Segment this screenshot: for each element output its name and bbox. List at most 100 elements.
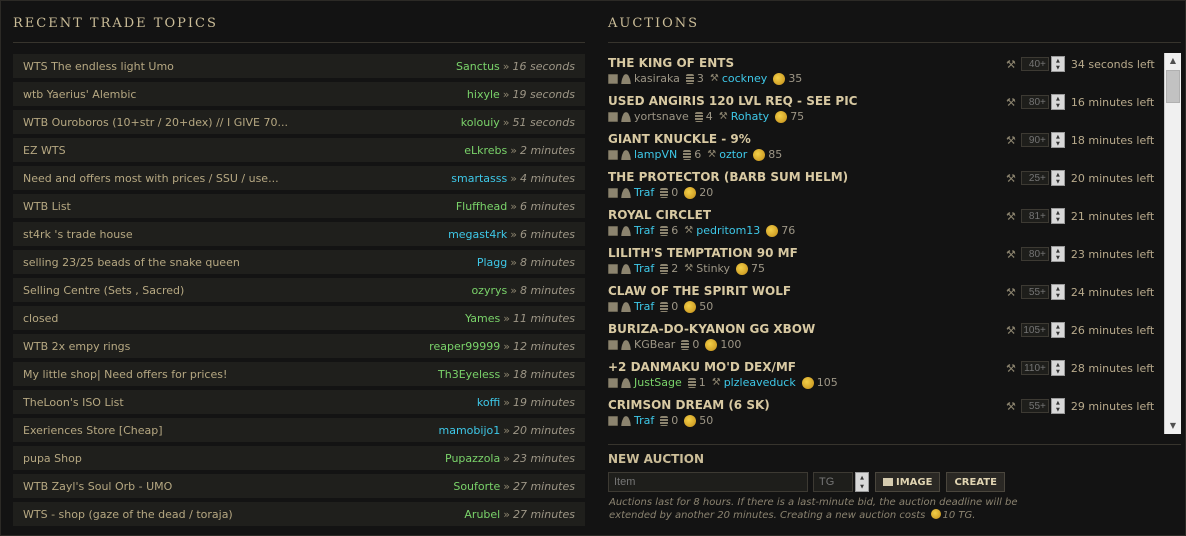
topic-author-link[interactable]: Pupazzola <box>445 452 500 465</box>
topic-author-link[interactable]: smartasss <box>451 172 507 185</box>
bid-hammer-icon[interactable]: ⚒ <box>1006 96 1016 109</box>
topic-title-link[interactable]: My little shop| Need offers for prices! <box>23 368 227 381</box>
topic-row[interactable]: Exeriences Store [Cheap] mamobijo1» 20 min… <box>13 418 585 442</box>
topic-row[interactable]: WTS - shop (gaze of the dead / toraja) Ar… <box>13 502 585 526</box>
bid-stepper[interactable]: ▲ ▼ <box>1050 398 1065 414</box>
topic-row[interactable]: WTB List Fluffhead» 6 minutes <box>13 194 585 218</box>
bid-input[interactable] <box>1020 361 1049 375</box>
auction-seller-link[interactable]: yortsnave <box>634 110 689 123</box>
image-icon[interactable] <box>608 149 618 160</box>
bid-input[interactable] <box>1020 171 1049 185</box>
bid-stepper[interactable]: ▲ ▼ <box>1050 284 1065 300</box>
bid-hammer-icon[interactable]: ⚒ <box>1006 58 1016 71</box>
bid-stepper[interactable]: ▲ ▼ <box>1050 246 1065 262</box>
topic-row[interactable]: TheLoon's ISO List koffi» 19 minutes <box>13 390 585 414</box>
topic-row[interactable]: WTB 2x empy rings reaper99999» 12 minutes <box>13 334 585 358</box>
bid-hammer-icon[interactable]: ⚒ <box>1006 324 1016 337</box>
auction-item-name[interactable]: BURIZA-DO-KYANON GG XBOW <box>608 322 815 336</box>
topic-row[interactable]: WTB Zayl's Soul Orb - UMO Souforte» 27 min… <box>13 474 585 498</box>
bid-input[interactable] <box>1020 209 1049 223</box>
auction-top-bidder-link[interactable]: Stinky <box>696 262 730 275</box>
auction-seller-link[interactable]: kasiraka <box>634 72 680 85</box>
bid-input[interactable] <box>1020 323 1049 337</box>
topic-author-link[interactable]: Th3Eyeless <box>438 368 500 381</box>
bid-stepper[interactable]: ▲ ▼ <box>1050 56 1065 72</box>
topic-title-link[interactable]: closed <box>23 312 58 325</box>
image-icon[interactable] <box>608 301 618 312</box>
scroll-down-arrow-icon[interactable]: ▼ <box>1165 418 1181 434</box>
image-icon[interactable] <box>608 377 618 388</box>
bid-hammer-icon[interactable]: ⚒ <box>1006 210 1016 223</box>
auction-top-bidder-link[interactable]: Rohaty <box>731 110 769 123</box>
auction-seller-link[interactable]: Traf <box>634 262 654 275</box>
auction-item-name[interactable]: THE KING OF ENTS <box>608 56 734 70</box>
auction-seller-link[interactable]: Traf <box>634 224 654 237</box>
auction-top-bidder-link[interactable]: cockney <box>722 72 767 85</box>
topic-author-link[interactable]: koffi <box>477 396 500 409</box>
auction-item-name[interactable]: LILITH'S TEMPTATION 90 MF <box>608 246 798 260</box>
auction-item-name[interactable]: GIANT KNUCKLE - 9% <box>608 132 751 146</box>
auction-item-name[interactable]: CLAW OF THE SPIRIT WOLF <box>608 284 791 298</box>
image-icon[interactable] <box>608 339 618 350</box>
image-icon[interactable] <box>608 73 618 84</box>
item-input[interactable] <box>608 472 808 492</box>
scrollbar-thumb[interactable] <box>1166 70 1180 103</box>
topic-title-link[interactable]: WTS - shop (gaze of the dead / toraja) <box>23 508 233 521</box>
topic-author-link[interactable]: mamobijo1 <box>439 424 501 437</box>
auction-seller-link[interactable]: lampVN <box>634 148 677 161</box>
image-icon[interactable] <box>608 263 618 274</box>
topic-author-link[interactable]: Yames <box>465 312 500 325</box>
image-icon[interactable] <box>608 111 618 122</box>
topic-row[interactable]: wtb Yaerius' Alembic hixyle» 19 seconds <box>13 82 585 106</box>
topic-author-link[interactable]: Souforte <box>453 480 500 493</box>
topic-author-link[interactable]: reaper99999 <box>429 340 500 353</box>
bid-stepper[interactable]: ▲ ▼ <box>1050 208 1065 224</box>
bid-input[interactable] <box>1020 399 1049 413</box>
bid-input[interactable] <box>1020 247 1049 261</box>
topic-author-link[interactable]: eLkrebs <box>464 144 507 157</box>
topic-title-link[interactable]: EZ WTS <box>23 144 66 157</box>
topic-row[interactable]: selling 23/25 beads of the snake queen Pl… <box>13 250 585 274</box>
topic-title-link[interactable]: WTB 2x empy rings <box>23 340 130 353</box>
bid-hammer-icon[interactable]: ⚒ <box>1006 286 1016 299</box>
topic-author-link[interactable]: megast4rk <box>448 228 507 241</box>
auction-top-bidder-link[interactable]: oztor <box>719 148 747 161</box>
topic-row[interactable]: st4rk 's trade house megast4rk» 6 minutes <box>13 222 585 246</box>
bid-hammer-icon[interactable]: ⚒ <box>1006 248 1016 261</box>
topic-row[interactable]: Need and offers most with prices / SSU /… <box>13 166 585 190</box>
auction-seller-link[interactable]: Traf <box>634 414 654 427</box>
topic-title-link[interactable]: Selling Centre (Sets , Sacred) <box>23 284 184 297</box>
topic-title-link[interactable]: WTB List <box>23 200 71 213</box>
topic-title-link[interactable]: Need and offers most with prices / SSU /… <box>23 172 279 185</box>
auction-seller-link[interactable]: Traf <box>634 300 654 313</box>
topic-author-link[interactable]: kolouiy <box>461 116 500 129</box>
scroll-up-arrow-icon[interactable]: ▲ <box>1165 53 1181 69</box>
topic-title-link[interactable]: WTB Ouroboros (10+str / 20+dex) // I GIV… <box>23 116 288 129</box>
topic-title-link[interactable]: st4rk 's trade house <box>23 228 133 241</box>
topic-author-link[interactable]: hixyle <box>467 88 500 101</box>
topic-row[interactable]: Selling Centre (Sets , Sacred) ozyrys» 8 m… <box>13 278 585 302</box>
topic-row[interactable]: My little shop| Need offers for prices! T… <box>13 362 585 386</box>
auction-seller-link[interactable]: JustSage <box>634 376 682 389</box>
image-icon[interactable] <box>608 187 618 198</box>
auction-item-name[interactable]: CRIMSON DREAM (6 SK) <box>608 398 770 412</box>
auction-item-name[interactable]: USED ANGIRIS 120 LVL REQ - SEE PIC <box>608 94 857 108</box>
auction-item-name[interactable]: THE PROTECTOR (BARB SUM HELM) <box>608 170 848 184</box>
auctions-scrollbar[interactable]: ▲ ▼ <box>1164 53 1181 434</box>
topic-title-link[interactable]: WTB Zayl's Soul Orb - UMO <box>23 480 172 493</box>
topic-title-link[interactable]: wtb Yaerius' Alembic <box>23 88 136 101</box>
bid-hammer-icon[interactable]: ⚒ <box>1006 172 1016 185</box>
topic-row[interactable]: WTS The endless light Umo Sanctus» 16 seco… <box>13 54 585 78</box>
topic-row[interactable]: pupa Shop Pupazzola» 23 minutes <box>13 446 585 470</box>
bid-input[interactable] <box>1020 133 1049 147</box>
auction-seller-link[interactable]: KGBear <box>634 338 675 351</box>
topic-row[interactable]: closed Yames» 11 minutes <box>13 306 585 330</box>
topic-title-link[interactable]: WTS The endless light Umo <box>23 60 174 73</box>
topic-author-link[interactable]: ozyrys <box>471 284 507 297</box>
bid-stepper[interactable]: ▲ ▼ <box>1050 360 1065 376</box>
bid-hammer-icon[interactable]: ⚒ <box>1006 362 1016 375</box>
bid-input[interactable] <box>1020 285 1049 299</box>
image-button[interactable]: IMAGE <box>875 472 941 492</box>
topic-author-link[interactable]: Fluffhead <box>456 200 507 213</box>
bid-stepper[interactable]: ▲ ▼ <box>1050 322 1065 338</box>
